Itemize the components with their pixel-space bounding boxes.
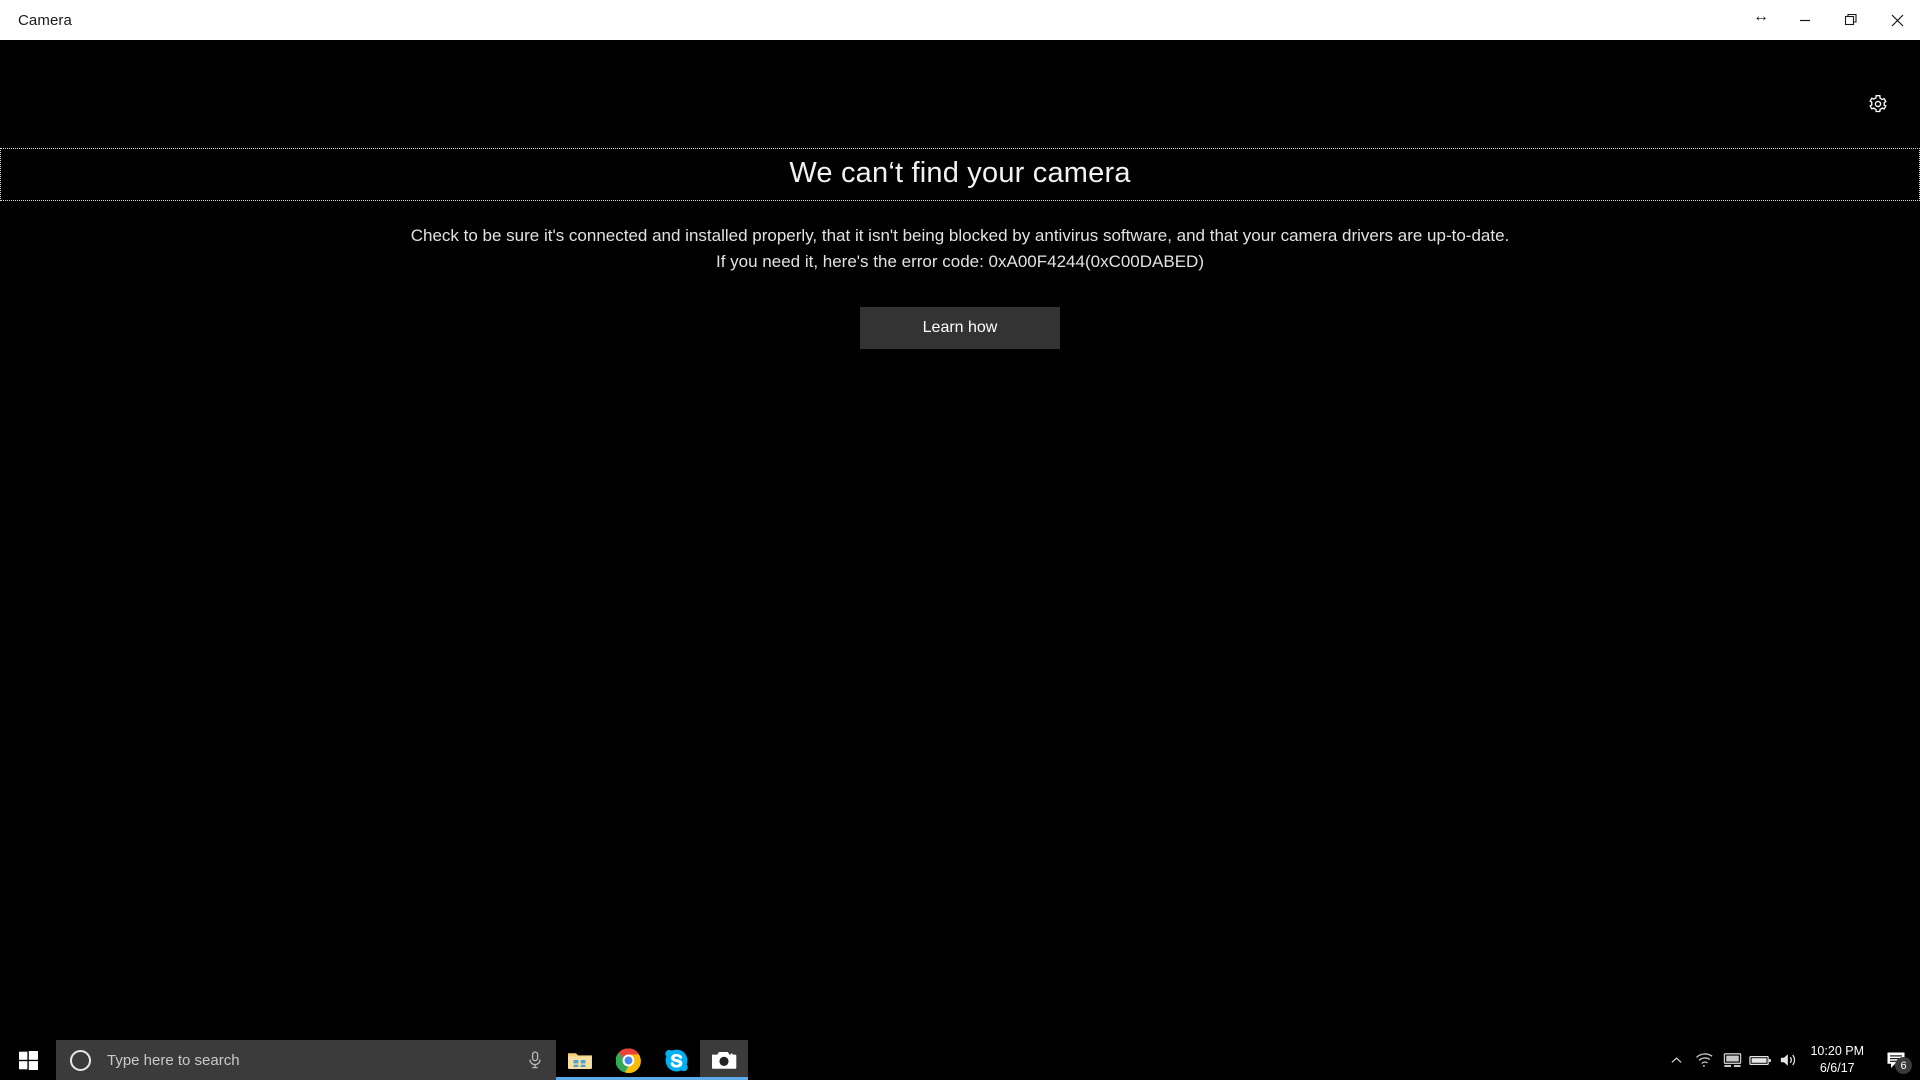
error-description-line1: Check to be sure it's connected and inst… — [410, 226, 1510, 246]
taskbar-item-skype[interactable] — [652, 1040, 700, 1080]
taskbar-app-icons — [556, 1040, 748, 1080]
taskbar-item-camera[interactable] — [700, 1040, 748, 1080]
cortana-icon[interactable] — [70, 1049, 91, 1071]
notification-badge: 6 — [1895, 1057, 1912, 1074]
gear-icon[interactable] — [1860, 86, 1896, 122]
error-description-line2: If you need it, here's the error code: 0… — [715, 252, 1204, 272]
camera-viewport: We can‘t find your camera Check to be su… — [0, 40, 1920, 1040]
search-input[interactable] — [107, 1051, 524, 1069]
taskbar-search-box[interactable] — [56, 1040, 556, 1080]
microphone-icon[interactable] — [524, 1051, 546, 1069]
start-button[interactable] — [0, 1040, 56, 1080]
show-hidden-icons-chevron-up-icon[interactable] — [1662, 1040, 1690, 1080]
learn-how-button[interactable]: Learn how — [860, 307, 1060, 350]
taskbar-item-file-explorer[interactable] — [556, 1040, 604, 1080]
clock[interactable]: 10:20 PM 6/6/17 — [1810, 1043, 1864, 1077]
window-controls: ↔ — [1740, 0, 1920, 40]
close-button[interactable] — [1874, 0, 1920, 40]
error-description: Check to be sure it's connected and inst… — [0, 223, 1920, 275]
taskbar-item-google-chrome[interactable] — [604, 1040, 652, 1080]
camera-app-window: Camera ↔ We can‘t find your camera Check… — [0, 0, 1920, 1040]
taskbar: 10:20 PM 6/6/17 6 — [0, 1040, 1920, 1080]
resize-window-icon[interactable]: ↔ — [1740, 0, 1782, 40]
clock-date: 6/6/17 — [1819, 1061, 1855, 1075]
action-center-button[interactable]: 6 — [1876, 1040, 1916, 1080]
app-title: Camera — [18, 11, 72, 29]
wifi-icon[interactable] — [1690, 1040, 1718, 1080]
error-heading: We can‘t find your camera — [0, 148, 1920, 202]
title-bar: Camera ↔ — [0, 0, 1920, 40]
restore-button[interactable] — [1828, 0, 1874, 40]
camera-error-panel: We can‘t find your camera Check to be su… — [0, 148, 1920, 350]
system-tray: 10:20 PM 6/6/17 6 — [1662, 1040, 1920, 1080]
display-icon[interactable] — [1718, 1040, 1746, 1080]
clock-time: 10:20 PM — [1810, 1044, 1864, 1059]
minimize-button[interactable] — [1782, 0, 1828, 40]
volume-icon[interactable] — [1774, 1040, 1802, 1080]
battery-icon[interactable] — [1746, 1040, 1774, 1080]
